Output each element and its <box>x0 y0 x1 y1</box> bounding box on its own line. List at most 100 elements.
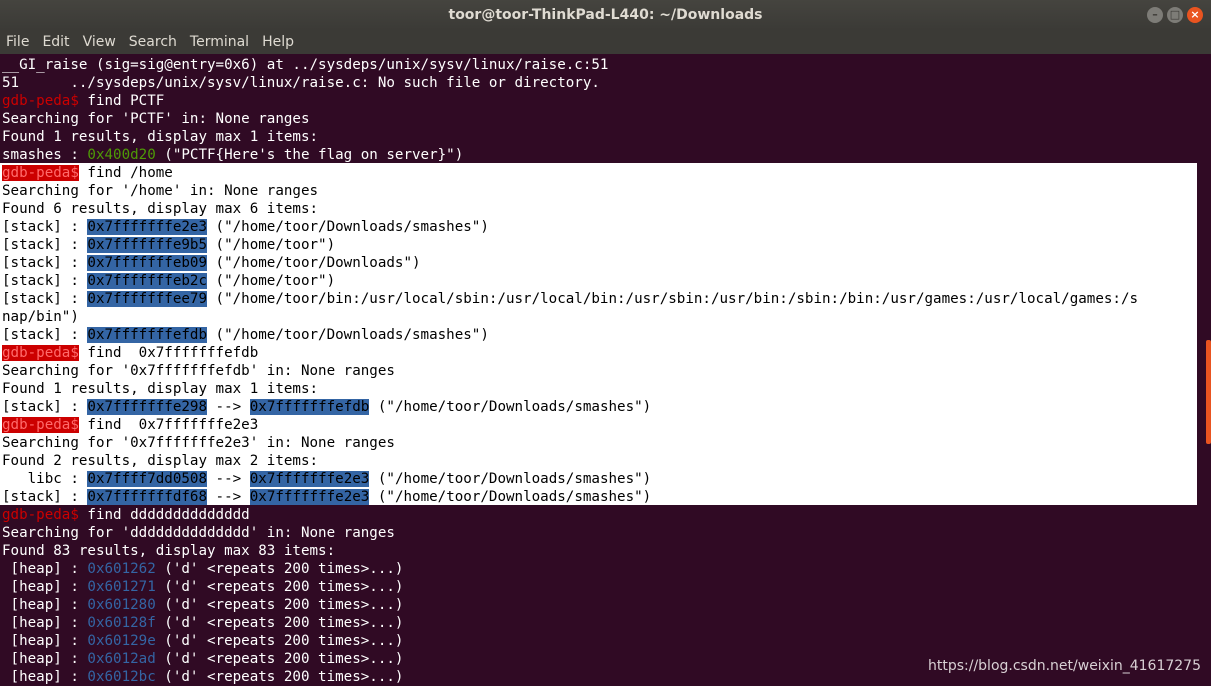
output-text: __GI_raise (sig=sig@entry=0x6) at ../sys… <box>2 57 609 73</box>
output-text: [stack] : <box>2 255 88 271</box>
output-text: [stack] : <box>2 219 88 235</box>
address-text: 0x7fffffffe298 <box>87 399 208 415</box>
terminal-line: [stack] : 0x7fffffffeb2c ("/home/toor") <box>0 272 1197 290</box>
output-text: [stack] : <box>2 399 88 415</box>
output-text: 51 ../sysdeps/unix/sysv/linux/raise.c: N… <box>2 75 600 91</box>
output-text: Found 83 results, display max 83 items: <box>2 543 336 559</box>
output-text: Searching for '0x7fffffffe2e3' in: None … <box>2 435 395 451</box>
terminal-line: Searching for 'PCTF' in: None ranges <box>0 110 1197 128</box>
terminal-line: Searching for '0x7fffffffefdb' in: None … <box>0 362 1197 380</box>
output-text: [stack] : <box>2 273 88 289</box>
output-text: [heap] : <box>2 651 88 667</box>
output-text: [heap] : <box>2 615 88 631</box>
output-text: Found 1 results, display max 1 items: <box>2 129 319 145</box>
scrollbar[interactable] <box>1206 340 1211 444</box>
terminal-line: gdb-peda$ find 0x7fffffffe2e3 <box>0 416 1197 434</box>
output-text: [heap] : <box>2 579 88 595</box>
output-text: ('d' <repeats 200 times>...) <box>155 579 404 595</box>
shell-prompt: gdb-peda$ <box>2 345 79 361</box>
terminal-line: gdb-peda$ find 0x7fffffffefdb <box>0 344 1197 362</box>
address-text: 0x7fffffffefdb <box>87 327 208 343</box>
address-text: 0x7fffffffe2e3 <box>249 489 370 505</box>
terminal-line: Found 1 results, display max 1 items: <box>0 380 1197 398</box>
address-text: 0x7ffff7dd0508 <box>87 471 208 487</box>
terminal-line: libc : 0x7ffff7dd0508 --> 0x7fffffffe2e3… <box>0 470 1197 488</box>
terminal-line: [stack] : 0x7fffffffe298 --> 0x7fffffffe… <box>0 398 1197 416</box>
output-text: Found 2 results, display max 2 items: <box>2 453 319 469</box>
terminal-line: Searching for '/home' in: None ranges <box>0 182 1197 200</box>
output-text: Found 1 results, display max 1 items: <box>2 381 319 397</box>
address-text: 0x7fffffffe2e3 <box>249 471 370 487</box>
output-text: ('d' <repeats 200 times>...) <box>155 669 404 685</box>
shell-prompt: gdb-peda$ <box>2 165 79 181</box>
output-text: ('d' <repeats 200 times>...) <box>155 651 404 667</box>
terminal-line: [heap] : 0x601280 ('d' <repeats 200 time… <box>0 596 1197 614</box>
terminal-line: [stack] : 0x7fffffffeb09 ("/home/toor/Do… <box>0 254 1197 272</box>
menu-bar: File Edit View Search Terminal Help <box>0 30 1211 54</box>
terminal-line: gdb-peda$ find dddddddddddddd <box>0 506 1197 524</box>
address-text: 0x601271 <box>87 579 156 595</box>
output-text: [stack] : <box>2 291 88 307</box>
window-controls: – □ × <box>1147 7 1203 23</box>
terminal-line: Found 1 results, display max 1 items: <box>0 128 1197 146</box>
terminal-line: Found 6 results, display max 6 items: <box>0 200 1197 218</box>
output-text: [heap] : <box>2 633 88 649</box>
output-text: ('d' <repeats 200 times>...) <box>155 597 404 613</box>
output-text: find PCTF <box>78 93 165 109</box>
terminal-line: __GI_raise (sig=sig@entry=0x6) at ../sys… <box>0 56 1197 74</box>
menu-help[interactable]: Help <box>256 30 301 54</box>
terminal-output[interactable]: __GI_raise (sig=sig@entry=0x6) at ../sys… <box>0 56 1211 686</box>
output-text: nap/bin") <box>2 309 79 325</box>
address-text: 0x601262 <box>87 561 156 577</box>
menu-search[interactable]: Search <box>123 30 184 54</box>
output-text: smashes : <box>2 147 88 163</box>
output-text: ("/home/toor") <box>207 237 336 253</box>
output-text: ('d' <repeats 200 times>...) <box>155 615 404 631</box>
output-text: find dddddddddddddd <box>78 507 250 523</box>
output-text: ("/home/toor/Downloads/smashes") <box>369 399 652 415</box>
address-text: 0x6012ad <box>87 651 156 667</box>
output-text: Searching for 'PCTF' in: None ranges <box>2 111 310 127</box>
terminal-line: Found 83 results, display max 83 items: <box>0 542 1197 560</box>
terminal-line: [heap] : 0x601262 ('d' <repeats 200 time… <box>0 560 1197 578</box>
maximize-icon[interactable]: □ <box>1167 7 1183 23</box>
terminal-line: Searching for '0x7fffffffe2e3' in: None … <box>0 434 1197 452</box>
output-text: ("/home/toor/Downloads/smashes") <box>207 219 489 235</box>
terminal-line: Searching for 'dddddddddddddd' in: None … <box>0 524 1197 542</box>
menu-terminal[interactable]: Terminal <box>184 30 256 54</box>
output-text: [heap] : <box>2 561 88 577</box>
address-text: 0x7fffffffefdb <box>249 399 370 415</box>
address-text: 0x400d20 <box>87 147 156 163</box>
terminal-line: [heap] : 0x60129e ('d' <repeats 200 time… <box>0 632 1197 650</box>
output-text: libc : <box>2 471 88 487</box>
watermark: https://blog.csdn.net/weixin_41617275 <box>927 658 1201 674</box>
window-title: toor@toor-ThinkPad-L440: ~/Downloads <box>448 7 763 23</box>
shell-prompt: gdb-peda$ <box>2 417 79 433</box>
terminal-line: [stack] : 0x7fffffffe9b5 ("/home/toor") <box>0 236 1197 254</box>
output-text: --> <box>207 489 250 505</box>
output-text: ("/home/toor/Downloads/smashes") <box>369 489 652 505</box>
close-icon[interactable]: × <box>1187 7 1203 23</box>
minimize-icon[interactable]: – <box>1147 7 1163 23</box>
address-text: 0x601280 <box>87 597 156 613</box>
output-text: [stack] : <box>2 489 88 505</box>
terminal-line: 51 ../sysdeps/unix/sysv/linux/raise.c: N… <box>0 74 1197 92</box>
shell-prompt: gdb-peda$ <box>2 93 79 109</box>
menu-edit[interactable]: Edit <box>36 30 76 54</box>
output-text: ('d' <repeats 200 times>...) <box>155 633 404 649</box>
menu-file[interactable]: File <box>0 30 36 54</box>
address-text: 0x6012bc <box>87 669 156 685</box>
output-text: [heap] : <box>2 669 88 685</box>
output-text: find 0x7fffffffe2e3 <box>78 417 259 433</box>
menu-view[interactable]: View <box>77 30 123 54</box>
output-text: [stack] : <box>2 237 88 253</box>
terminal-line: [heap] : 0x60128f ('d' <repeats 200 time… <box>0 614 1197 632</box>
terminal-line: Found 2 results, display max 2 items: <box>0 452 1197 470</box>
address-text: 0x7fffffffeb2c <box>87 273 208 289</box>
address-text: 0x7fffffffdf68 <box>87 489 208 505</box>
terminal-lines: __GI_raise (sig=sig@entry=0x6) at ../sys… <box>0 56 1197 686</box>
terminal-line: [stack] : 0x7fffffffefdb ("/home/toor/Do… <box>0 326 1197 344</box>
address-text: 0x7fffffffe9b5 <box>87 237 208 253</box>
shell-prompt: gdb-peda$ <box>2 507 79 523</box>
terminal-line: gdb-peda$ find PCTF <box>0 92 1197 110</box>
